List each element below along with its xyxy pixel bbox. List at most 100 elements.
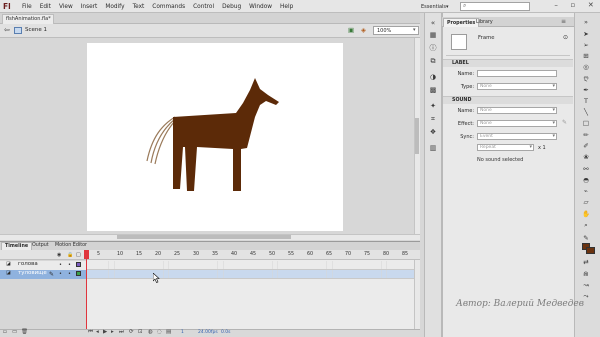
tab-output[interactable]: Output (29, 242, 52, 250)
help-icon[interactable]: ⊙ (563, 34, 568, 41)
stroke-color-icon[interactable]: ✎ (580, 234, 592, 242)
sound-name-select[interactable]: None (477, 107, 557, 114)
playhead[interactable] (84, 250, 89, 330)
menu-commands[interactable]: Commands (152, 4, 185, 10)
eye-icon[interactable]: ◉ (57, 252, 61, 258)
sync-select[interactable]: Event (477, 133, 557, 140)
stage-vertical-thumb[interactable] (415, 118, 419, 154)
delete-layer-icon[interactable]: 🗑 (21, 329, 28, 335)
edit-multiple-frames-icon[interactable]: ▤ (166, 329, 171, 335)
color-panel-icon[interactable]: ◑ (427, 72, 439, 82)
menu-edit[interactable]: Edit (40, 4, 51, 10)
horse-drawing[interactable] (140, 75, 286, 193)
selection-tool-icon[interactable]: ➤ (580, 30, 592, 38)
chevron-down-icon[interactable]: ▾ (446, 4, 452, 10)
repeat-count[interactable]: x 1 (538, 145, 546, 151)
current-frame-value[interactable]: 1 (181, 330, 184, 335)
outline-icon[interactable]: □ (76, 252, 81, 258)
rectangle-tool-icon[interactable]: □ (580, 119, 592, 127)
onion-skin-icon[interactable]: ◍ (148, 329, 153, 335)
minimize-icon[interactable]: – (554, 1, 558, 12)
smooth-icon[interactable]: ↝ (580, 281, 592, 289)
timeline-scrollbar[interactable] (414, 260, 420, 330)
new-folder-icon[interactable]: ▭ (12, 329, 17, 335)
align-panel-icon[interactable]: ▦ (427, 30, 439, 40)
center-frame-icon[interactable]: ⊡ (138, 329, 143, 335)
brush-tool-icon[interactable]: ✐ (580, 142, 592, 150)
swap-colors-icon[interactable]: ⇄ (580, 258, 592, 266)
pencil-tool-icon[interactable]: ✏ (580, 131, 592, 139)
effect-select[interactable]: None (477, 120, 557, 127)
edit-envelope-icon[interactable]: ✎ (562, 119, 567, 126)
bone-tool-icon[interactable]: ⚯ (580, 165, 592, 173)
layer-row[interactable] (0, 261, 87, 270)
step-back-icon[interactable]: ◂ (96, 329, 99, 335)
menu-insert[interactable]: Insert (81, 4, 98, 10)
tab-library[interactable]: Library (473, 18, 496, 27)
lock-icon[interactable]: 🔒 (67, 252, 73, 258)
back-arrow-icon[interactable]: ⇦ (4, 26, 10, 34)
maximize-icon[interactable]: ▫ (570, 1, 575, 12)
panel-menu-icon[interactable]: ≡ (561, 18, 566, 25)
eyedropper-tool-icon[interactable]: ⌁ (580, 187, 592, 195)
library-panel-icon[interactable]: ▥ (427, 143, 439, 153)
zoom-tool-icon[interactable]: ⌕ (580, 221, 592, 229)
motion-presets-icon[interactable]: ✦ (427, 101, 439, 111)
layer-name[interactable]: туловище (18, 270, 47, 276)
components-icon[interactable]: ❖ (427, 127, 439, 137)
menu-window[interactable]: Window (249, 4, 272, 10)
workspace-switcher[interactable]: Essentials (421, 2, 446, 11)
collapse-icon[interactable]: » (580, 18, 592, 26)
loop-icon[interactable]: ⟳ (129, 329, 134, 335)
scene-label[interactable]: Scene 1 (25, 27, 47, 33)
chevron-down-icon[interactable]: ▾ (413, 27, 416, 33)
visible-dot-icon[interactable]: • (59, 271, 62, 277)
frame-name-input[interactable] (477, 70, 557, 77)
section-sound[interactable]: SOUND (443, 96, 573, 104)
paint-bucket-tool-icon[interactable]: ◓ (580, 176, 592, 184)
visible-dot-icon[interactable]: • (59, 262, 62, 268)
edit-symbols-icon[interactable]: ◈ (361, 26, 366, 34)
eraser-tool-icon[interactable]: ▱ (580, 198, 592, 206)
search-input[interactable] (460, 2, 530, 11)
snap-to-objects-icon[interactable]: ⋒ (580, 270, 592, 278)
last-frame-icon[interactable]: ⏭ (119, 329, 124, 336)
lasso-tool-icon[interactable]: ღ (580, 74, 592, 82)
close-icon[interactable]: ✕ (588, 1, 594, 12)
fill-color-swatch[interactable] (586, 247, 595, 254)
lock-dot-icon[interactable]: • (68, 262, 71, 268)
menu-modify[interactable]: Modify (105, 4, 124, 10)
menu-help[interactable]: Help (280, 4, 293, 10)
transform-panel-icon[interactable]: ⧉ (427, 56, 439, 66)
edit-scene-icon[interactable]: ▣ (348, 26, 354, 34)
menu-file[interactable]: File (22, 4, 32, 10)
new-layer-icon[interactable]: ▫ (3, 329, 7, 335)
play-icon[interactable]: ▶ (103, 329, 107, 335)
section-label[interactable]: LABEL (443, 59, 573, 67)
lock-dot-icon[interactable]: • (68, 271, 71, 277)
tab-timeline[interactable]: Timeline (1, 242, 33, 250)
frame-row[interactable] (87, 270, 414, 279)
menu-debug[interactable]: Debug (222, 4, 241, 10)
deco-tool-icon[interactable]: ❀ (580, 153, 592, 161)
document-tab[interactable]: flshAnimation.fla* (2, 14, 54, 24)
menu-view[interactable]: View (59, 4, 73, 10)
onion-outline-icon[interactable]: ◌ (157, 329, 162, 335)
3d-rotation-tool-icon[interactable]: ◎ (580, 63, 592, 71)
fps-value[interactable]: 24.00fps (198, 330, 218, 335)
collapse-icon[interactable]: « (427, 18, 439, 28)
info-panel-icon[interactable]: ⓘ (427, 43, 439, 53)
outline-swatch[interactable] (76, 271, 81, 276)
menu-text[interactable]: Text (133, 4, 145, 10)
repeat-select[interactable]: Repeat (477, 144, 534, 151)
menu-control[interactable]: Control (193, 4, 214, 10)
text-tool-icon[interactable]: T (580, 97, 592, 105)
line-tool-icon[interactable]: ╲ (580, 108, 592, 116)
label-type-select[interactable]: None (477, 83, 557, 90)
stage-horizontal-thumb[interactable] (117, 235, 291, 239)
swatches-panel-icon[interactable]: ▩ (427, 85, 439, 95)
pen-tool-icon[interactable]: ✒ (580, 86, 592, 94)
step-forward-icon[interactable]: ▸ (111, 329, 114, 335)
first-frame-icon[interactable]: ⏮ (88, 329, 93, 336)
subselection-tool-icon[interactable]: ➢ (580, 41, 592, 49)
